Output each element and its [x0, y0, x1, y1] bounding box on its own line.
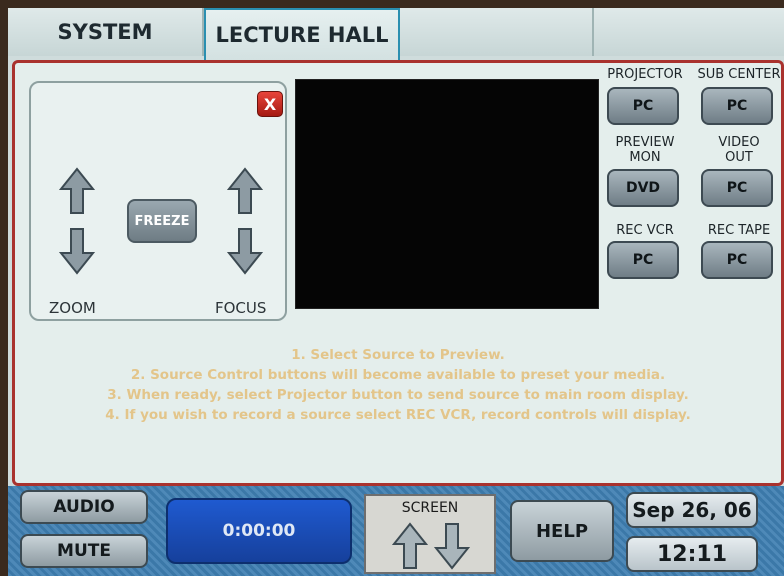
instruction-line: 1. Select Source to Preview. — [291, 347, 505, 363]
tab-empty-1[interactable] — [400, 8, 594, 56]
focus-down-arrow-icon[interactable] — [227, 227, 263, 275]
audio-button[interactable]: AUDIO — [20, 490, 148, 524]
zoom-label: ZOOM — [49, 299, 96, 317]
bottom-bar: AUDIO MUTE 0:00:00 SCREEN HELP Sep 26, 0… — [8, 486, 784, 576]
screen-label: SCREEN — [401, 500, 459, 516]
video-out-label: VIDEO OUT — [718, 135, 760, 165]
preview-window — [295, 79, 599, 309]
tab-bar: SYSTEM LECTURE HALL — [8, 8, 784, 60]
video-out-source-button[interactable]: PC — [701, 169, 773, 207]
rec-vcr-label: REC VCR — [616, 223, 674, 238]
help-button[interactable]: HELP — [510, 500, 614, 562]
instructions: 1. Select Source to Preview. 2. Source C… — [15, 345, 781, 425]
rec-tape-source-button[interactable]: PC — [701, 241, 773, 279]
focus-up-arrow-icon[interactable] — [227, 167, 263, 215]
screen-down-arrow-icon[interactable] — [434, 522, 470, 570]
instruction-line: 4. If you wish to record a source select… — [105, 407, 691, 423]
close-button[interactable]: X — [257, 91, 283, 117]
screen-control: SCREEN — [364, 494, 496, 574]
projector-label: PROJECTOR — [607, 67, 683, 82]
tab-lecture-hall[interactable]: LECTURE HALL — [204, 8, 400, 60]
zoom-in-up-arrow-icon[interactable] — [59, 167, 95, 215]
projector-source-button[interactable]: PC — [607, 87, 679, 125]
sub-center-label: SUB CENTER — [697, 67, 781, 82]
instruction-line: 2. Source Control buttons will become av… — [130, 367, 666, 383]
instruction-line: 3. When ready, select Projector button t… — [107, 387, 689, 403]
rec-vcr-source-button[interactable]: PC — [607, 241, 679, 279]
date-display: Sep 26, 06 — [626, 492, 758, 528]
rec-tape-label: REC TAPE — [707, 223, 771, 238]
timer-display: 0:00:00 — [166, 498, 352, 564]
preview-mon-label: PREVIEW MON — [615, 135, 675, 165]
close-icon: X — [263, 94, 277, 114]
mute-button[interactable]: MUTE — [20, 534, 148, 568]
tab-empty-2[interactable] — [594, 8, 784, 56]
camera-control-box: X FREEZE ZOOM FOCUS — [29, 81, 287, 321]
main-panel: X FREEZE ZOOM FOCUS PROJECTOR SUB CENTER… — [12, 60, 784, 486]
tab-system[interactable]: SYSTEM — [8, 8, 204, 56]
time-display: 12:11 — [626, 536, 758, 572]
sub-center-source-button[interactable]: PC — [701, 87, 773, 125]
screen-up-arrow-icon[interactable] — [392, 522, 428, 570]
zoom-out-down-arrow-icon[interactable] — [59, 227, 95, 275]
freeze-button[interactable]: FREEZE — [127, 199, 197, 243]
preview-mon-source-button[interactable]: DVD — [607, 169, 679, 207]
touch-panel-screen: SYSTEM LECTURE HALL X FREEZE ZOOM FOCUS — [8, 8, 784, 576]
focus-label: FOCUS — [215, 299, 267, 317]
